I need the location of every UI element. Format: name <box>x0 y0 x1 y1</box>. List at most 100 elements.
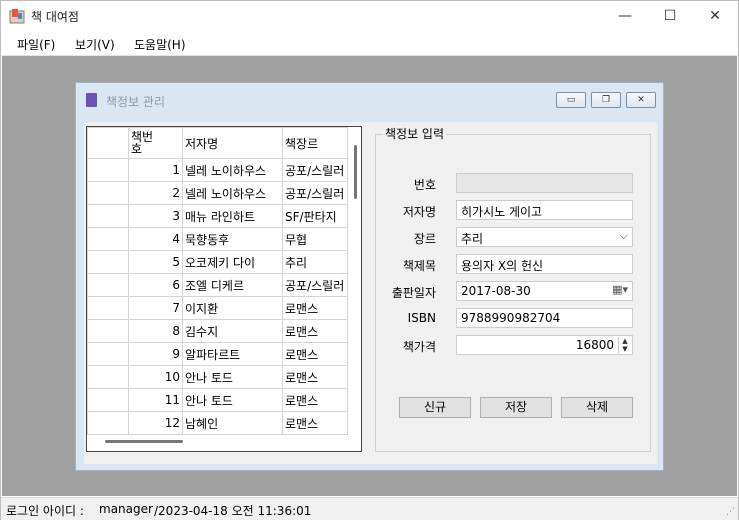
row-header[interactable] <box>87 388 129 412</box>
cell-book-no[interactable]: 7 <box>128 296 183 320</box>
child-close-button[interactable]: ✕ <box>626 92 656 108</box>
pubdate-value: 2017-08-30 <box>461 284 531 298</box>
vertical-scroll-thumb[interactable] <box>354 145 357 199</box>
price-stepper[interactable]: 16800 ▲ ▼ <box>456 335 633 355</box>
row-header[interactable] <box>87 411 129 435</box>
cell-book-no[interactable]: 4 <box>128 227 183 251</box>
row-header[interactable] <box>87 181 129 205</box>
row-header-corner <box>87 127 129 159</box>
spin-arrows-icon[interactable]: ▲ ▼ <box>618 337 631 353</box>
cell-genre[interactable]: 추리 <box>282 250 348 274</box>
table-row[interactable]: 12 남혜인 로맨스 <box>87 411 348 435</box>
child-minimize-button[interactable]: ▭ <box>556 92 586 108</box>
table-row[interactable]: 7 이지환 로맨스 <box>87 296 348 320</box>
cell-book-no[interactable]: 9 <box>128 342 183 366</box>
cell-author[interactable]: 넬레 노이하우스 <box>182 181 283 205</box>
table-row[interactable]: 8 김수지 로맨스 <box>87 319 348 343</box>
title-field[interactable]: 용의자 X의 헌신 <box>456 254 633 274</box>
cell-book-no[interactable]: 6 <box>128 273 183 297</box>
menu-file[interactable]: 파일(F) <box>17 36 55 53</box>
cell-author[interactable]: 넬레 노이하우스 <box>182 158 283 182</box>
table-row[interactable]: 10 안나 토드 로맨스 <box>87 365 348 389</box>
cell-author[interactable]: 안나 토드 <box>182 365 283 389</box>
table-row[interactable]: 2 넬레 노이하우스 공포/스릴러 <box>87 181 348 205</box>
book-grid[interactable]: 책번 호 저자명 책장르 1 넬레 노이하우스 공포/스릴러 2 넬레 노이하우스 공포/… <box>86 126 362 452</box>
cell-author[interactable]: 묵향동후 <box>182 227 283 251</box>
cell-genre[interactable]: 공포/스릴러 <box>282 181 348 205</box>
cell-genre[interactable]: 무협 <box>282 227 348 251</box>
cell-genre[interactable]: 로맨스 <box>282 319 348 343</box>
row-header[interactable] <box>87 204 129 228</box>
vertical-scrollbar[interactable] <box>350 127 361 451</box>
horizontal-scroll-thumb[interactable] <box>105 440 183 443</box>
window-title: 책 대여점 <box>31 10 79 24</box>
cell-genre[interactable]: 로맨스 <box>282 411 348 435</box>
calendar-icon[interactable]: ▦▾ <box>612 283 628 296</box>
cell-book-no[interactable]: 8 <box>128 319 183 343</box>
row-header[interactable] <box>87 319 129 343</box>
menu-help[interactable]: 도움말(H) <box>134 36 186 53</box>
row-header[interactable] <box>87 227 129 251</box>
maximize-button[interactable]: ☐ <box>647 1 693 31</box>
row-header[interactable] <box>87 296 129 320</box>
table-row[interactable]: 6 조엘 디케르 공포/스릴러 <box>87 273 348 297</box>
cell-book-no[interactable]: 2 <box>128 181 183 205</box>
save-button[interactable]: 저장 <box>480 397 552 418</box>
status-bar: 로그인 아이디 : manager /2023-04-18 오전 11:36:0… <box>1 497 738 520</box>
column-header-no[interactable]: 책번 호 <box>128 127 183 159</box>
cell-author[interactable]: 알파타르트 <box>182 342 283 366</box>
cell-genre[interactable]: SF/판타지 <box>282 204 348 228</box>
cell-author[interactable]: 안나 토드 <box>182 388 283 412</box>
new-button[interactable]: 신규 <box>399 397 471 418</box>
row-header[interactable] <box>87 158 129 182</box>
no-field[interactable] <box>456 173 633 193</box>
row-header[interactable] <box>87 273 129 297</box>
cell-genre[interactable]: 로맨스 <box>282 342 348 366</box>
form-icon <box>86 93 97 107</box>
genre-select[interactable]: 추리 ⌵ <box>456 227 633 247</box>
book-table: 책번 호 저자명 책장르 1 넬레 노이하우스 공포/스릴러 2 넬레 노이하우스 공포/… <box>87 127 348 435</box>
status-user: manager <box>99 502 153 516</box>
table-row[interactable]: 11 안나 토드 로맨스 <box>87 388 348 412</box>
table-row[interactable]: 3 매뉴 라인하트 SF/판타지 <box>87 204 348 228</box>
pubdate-picker[interactable]: 2017-08-30 ▦▾ <box>456 281 633 301</box>
menu-view[interactable]: 보기(V) <box>75 36 115 53</box>
cell-book-no[interactable]: 5 <box>128 250 183 274</box>
row-header[interactable] <box>87 342 129 366</box>
resize-grip-icon[interactable]: ⋰ <box>726 507 735 517</box>
cell-author[interactable]: 남혜인 <box>182 411 283 435</box>
column-header-author[interactable]: 저자명 <box>182 127 283 159</box>
cell-author[interactable]: 이지환 <box>182 296 283 320</box>
table-row[interactable]: 4 묵향동후 무협 <box>87 227 348 251</box>
cell-author[interactable]: 조엘 디케르 <box>182 273 283 297</box>
group-title: 책정보 입력 <box>383 125 447 142</box>
cell-genre[interactable]: 로맨스 <box>282 296 348 320</box>
isbn-field[interactable]: 9788990982704 <box>456 308 633 328</box>
close-button[interactable]: ✕ <box>692 1 738 31</box>
child-restore-button[interactable]: ❐ <box>591 92 621 108</box>
cell-author[interactable]: 매뉴 라인하트 <box>182 204 283 228</box>
author-field[interactable]: 히가시노 게이고 <box>456 200 633 220</box>
book-info-window: 책정보 관리 ▭ ❐ ✕ 책번 호 저자명 책장르 1 넬레 노이하우스 공포/스릴… <box>75 82 664 471</box>
child-window-title: 책정보 관리 <box>106 95 166 109</box>
row-header[interactable] <box>87 250 129 274</box>
cell-book-no[interactable]: 10 <box>128 365 183 389</box>
cell-author[interactable]: 오코제키 다이 <box>182 250 283 274</box>
row-header[interactable] <box>87 365 129 389</box>
minimize-button[interactable]: — <box>602 1 648 31</box>
cell-genre[interactable]: 로맨스 <box>282 365 348 389</box>
cell-author[interactable]: 김수지 <box>182 319 283 343</box>
cell-book-no[interactable]: 11 <box>128 388 183 412</box>
cell-genre[interactable]: 로맨스 <box>282 388 348 412</box>
cell-book-no[interactable]: 1 <box>128 158 183 182</box>
column-header-genre[interactable]: 책장르 <box>282 127 348 159</box>
label-price: 책가격 <box>402 340 436 354</box>
delete-button[interactable]: 삭제 <box>561 397 633 418</box>
cell-genre[interactable]: 공포/스릴러 <box>282 158 348 182</box>
table-row[interactable]: 5 오코제키 다이 추리 <box>87 250 348 274</box>
table-row[interactable]: 1 넬레 노이하우스 공포/스릴러 <box>87 158 348 182</box>
cell-book-no[interactable]: 12 <box>128 411 183 435</box>
cell-genre[interactable]: 공포/스릴러 <box>282 273 348 297</box>
table-row[interactable]: 9 알파타르트 로맨스 <box>87 342 348 366</box>
cell-book-no[interactable]: 3 <box>128 204 183 228</box>
